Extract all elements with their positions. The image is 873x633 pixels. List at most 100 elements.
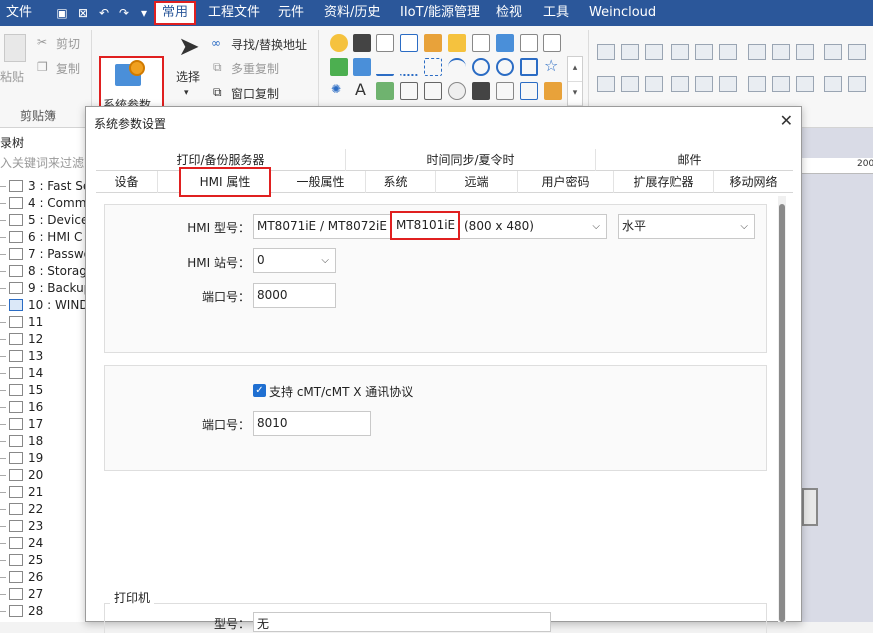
menu-project-file[interactable]: 工程文件 xyxy=(208,0,260,26)
editor-canvas[interactable] xyxy=(802,128,873,622)
align-middle-icon[interactable] xyxy=(695,44,713,60)
hmi-station-select[interactable]: 0 ⌵ xyxy=(253,248,336,273)
cmt-port-input[interactable]: 8010 xyxy=(253,411,371,436)
scrollbar-thumb[interactable] xyxy=(779,204,785,622)
cmt-protocol-checkbox[interactable]: ✓ xyxy=(253,384,266,397)
printer-type-select[interactable]: 无 xyxy=(253,612,551,632)
menu-view[interactable]: 检视 xyxy=(496,0,522,26)
tree-item[interactable]: 8 : Storag xyxy=(0,263,86,280)
tab-extended-memory[interactable]: 扩展存贮器 xyxy=(614,171,714,193)
tree-filter-input[interactable]: 入关键词来过滤窗 xyxy=(0,154,86,172)
frame-icon[interactable] xyxy=(400,82,418,100)
window-copy-button[interactable]: 窗口复制 xyxy=(231,85,279,102)
tree-item[interactable]: 24 xyxy=(0,535,86,552)
close-icon[interactable]: ✕ xyxy=(780,111,793,130)
tree-item[interactable]: 7 : Passwo xyxy=(0,246,86,263)
tree-item[interactable]: 13 xyxy=(0,348,86,365)
align-left-icon[interactable] xyxy=(597,44,615,60)
bit-lamp-icon[interactable] xyxy=(330,34,348,52)
tab-system[interactable]: 系统 xyxy=(356,171,436,193)
tree-item[interactable]: 15 xyxy=(0,382,86,399)
tab-hmi-properties[interactable]: HMI 属性 xyxy=(179,167,271,197)
same-width-icon[interactable] xyxy=(772,44,790,60)
multi-copy-button[interactable]: 多重复制 xyxy=(231,60,279,77)
menu-file[interactable]: 文件 xyxy=(6,0,32,26)
align-top-icon[interactable] xyxy=(671,44,689,60)
tab-mobile-network[interactable]: 移动网络 xyxy=(714,171,793,193)
menu-objects[interactable]: 元件 xyxy=(278,0,304,26)
menu-tools[interactable]: 工具 xyxy=(543,0,569,26)
tree-item[interactable]: 9 : Backup xyxy=(0,280,86,297)
pie-icon[interactable] xyxy=(496,58,514,76)
tab-user-password[interactable]: 用户密码 xyxy=(518,171,614,193)
paste-icon[interactable] xyxy=(4,34,26,62)
number-display-icon[interactable] xyxy=(520,82,538,100)
tag-icon[interactable] xyxy=(424,34,442,52)
rotate-icon[interactable] xyxy=(796,76,814,92)
send-backward-icon[interactable] xyxy=(671,76,689,92)
scroll-down-icon[interactable]: ▾ xyxy=(568,81,582,105)
tree-item[interactable]: 20 xyxy=(0,467,86,484)
function-key-icon[interactable] xyxy=(472,34,490,52)
cut-icon[interactable]: ✂ xyxy=(37,35,47,49)
tree-item[interactable]: 6 : HMI C xyxy=(0,229,86,246)
tree-item[interactable]: 12 xyxy=(0,331,86,348)
save-icon[interactable]: ▣ xyxy=(55,6,69,20)
io-icon[interactable] xyxy=(520,34,538,52)
align-bottom-icon[interactable] xyxy=(719,44,737,60)
tab-general[interactable]: 一般属性 xyxy=(276,171,366,193)
tree-item[interactable]: 16 xyxy=(0,399,86,416)
numeric-icon[interactable] xyxy=(400,34,418,52)
tree-item[interactable]: 23 xyxy=(0,518,86,535)
tree-item[interactable]: 17 xyxy=(0,416,86,433)
text-icon[interactable]: A xyxy=(355,80,366,99)
line-icon[interactable] xyxy=(376,58,394,76)
undo-icon[interactable]: ↶ xyxy=(97,6,111,20)
select-cursor-icon[interactable]: ➤ xyxy=(178,34,200,60)
send-back-icon[interactable] xyxy=(621,76,639,92)
dialog-scrollbar[interactable] xyxy=(778,196,786,622)
tree-item[interactable]: 14 xyxy=(0,365,86,382)
tree-item[interactable]: 3 : Fast Se xyxy=(0,178,86,195)
distribute-icon[interactable] xyxy=(848,76,866,92)
spacing-icon[interactable] xyxy=(824,76,842,92)
menu-data-history[interactable]: 资料/历史 xyxy=(324,0,380,26)
tree-item[interactable]: 21 xyxy=(0,484,86,501)
ungroup-icon[interactable] xyxy=(719,76,737,92)
bring-forward-icon[interactable] xyxy=(645,76,663,92)
bulb-icon[interactable] xyxy=(448,82,466,100)
traffic-light-icon[interactable] xyxy=(353,34,371,52)
rectangle-icon[interactable] xyxy=(520,58,538,76)
menu-common[interactable]: 常用 xyxy=(154,1,197,25)
grid-settings-icon[interactable] xyxy=(824,44,842,60)
align-right-icon[interactable] xyxy=(645,44,663,60)
redo-icon[interactable]: ↷ xyxy=(117,6,131,20)
window-copy-icon[interactable]: ⧉ xyxy=(213,85,222,100)
arc-icon[interactable] xyxy=(448,58,466,76)
tab-remote[interactable]: 远端 xyxy=(436,171,518,193)
select-button[interactable]: 选择 xyxy=(176,68,200,85)
find-replace-button[interactable]: 寻找/替换地址 xyxy=(231,36,307,53)
tree-item[interactable]: 5 : Device xyxy=(0,212,86,229)
scroll-up-icon[interactable]: ▴ xyxy=(568,57,582,81)
slider-icon[interactable] xyxy=(496,34,514,52)
group-icon[interactable] xyxy=(695,76,713,92)
find-replace-icon[interactable]: ∞ xyxy=(211,36,221,50)
same-size-icon[interactable] xyxy=(748,44,766,60)
tree-item[interactable]: 18 xyxy=(0,433,86,450)
menu-weincloud[interactable]: Weincloud xyxy=(589,0,656,26)
paste-button[interactable]: 粘贴 xyxy=(0,68,24,85)
tree-item[interactable]: 26 xyxy=(0,569,86,586)
tree-item[interactable]: 4 : Comm xyxy=(0,195,86,212)
ascii-icon[interactable] xyxy=(353,58,371,76)
switch-icon[interactable] xyxy=(448,34,466,52)
same-height-icon[interactable] xyxy=(796,44,814,60)
tree-item[interactable]: 28 xyxy=(0,603,86,620)
menu-iiot[interactable]: IIoT/能源管理 xyxy=(400,0,480,26)
word-display-icon[interactable] xyxy=(496,82,514,100)
word-lamp-icon[interactable] xyxy=(376,34,394,52)
picture-icon[interactable] xyxy=(376,82,394,100)
signal-light-icon[interactable] xyxy=(472,82,490,100)
canvas-object[interactable] xyxy=(802,488,818,526)
flip-icon[interactable] xyxy=(772,76,790,92)
